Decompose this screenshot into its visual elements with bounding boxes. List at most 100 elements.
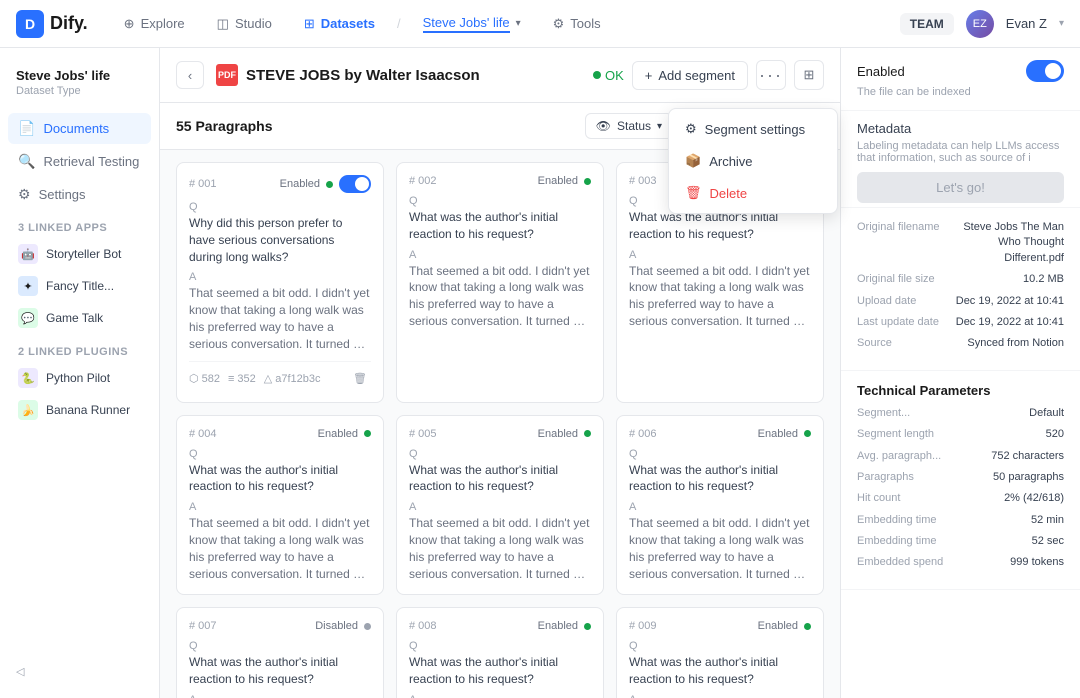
nav-datasets[interactable]: ⊞ Datasets bbox=[292, 10, 387, 38]
add-segment-button[interactable]: + Add segment bbox=[632, 61, 748, 90]
para-answer: That seemed a bit odd. I didn't yet know… bbox=[629, 263, 811, 330]
original-filename-value: Steve Jobs The Man Who Thought Different… bbox=[947, 220, 1064, 266]
linked-app-storyteller[interactable]: 🤖 Storyteller Bot bbox=[8, 238, 151, 270]
filesize-value: 10.2 MB bbox=[947, 272, 1064, 287]
chevron-down-icon[interactable]: ▾ bbox=[1059, 18, 1064, 29]
status-dot bbox=[804, 430, 811, 437]
sidebar-app-header: Steve Jobs' life Dataset Type bbox=[8, 60, 151, 105]
sidebar-item-settings[interactable]: ⚙ Settings bbox=[8, 179, 151, 210]
status-label: Enabled bbox=[318, 428, 358, 440]
para-status: Disabled bbox=[315, 620, 371, 632]
token-count: ⬡ 582 bbox=[189, 372, 220, 385]
para-status: Enabled bbox=[538, 620, 591, 632]
para-answer: That seemed a bit odd. I didn't yet know… bbox=[629, 515, 811, 582]
sidebar-item-retrieval[interactable]: 🔍 Retrieval Testing bbox=[8, 146, 151, 177]
logo[interactable]: D Dify. bbox=[16, 10, 88, 38]
documents-icon: 📄 bbox=[18, 120, 35, 137]
collapse-icon: ◁ bbox=[16, 665, 24, 678]
metadata-label: Metadata bbox=[857, 121, 1064, 136]
para-question: What was the author's initial reaction t… bbox=[629, 654, 811, 688]
embedding-time2-label: Embedding time bbox=[857, 534, 947, 549]
expand-button[interactable]: ⊞ bbox=[794, 60, 824, 90]
para-question: What was the author's initial reaction t… bbox=[189, 654, 371, 688]
segment-length-label: Segment length bbox=[857, 427, 947, 442]
status-label: Disabled bbox=[315, 620, 358, 632]
embedding-time2-value: 52 sec bbox=[947, 534, 1064, 549]
back-icon: ‹ bbox=[188, 68, 192, 83]
sidebar: Steve Jobs' life Dataset Type 📄 Document… bbox=[0, 48, 160, 698]
para-q-label: Q bbox=[629, 640, 811, 652]
pdf-icon: PDF bbox=[216, 64, 238, 86]
paragraph-card: # 002 Enabled Q What was the author's in… bbox=[396, 162, 604, 403]
para-toggle[interactable] bbox=[339, 175, 371, 193]
content-header: ‹ PDF STEVE JOBS by Walter Isaacson OK +… bbox=[160, 48, 840, 103]
linked-plugin-pythonpilot[interactable]: 🐍 Python Pilot bbox=[8, 362, 151, 394]
para-card-header: # 006 Enabled bbox=[629, 428, 811, 440]
enabled-label: Enabled bbox=[857, 64, 905, 79]
linked-plugin-bananarunner[interactable]: 🍌 Banana Runner bbox=[8, 394, 151, 426]
filesize-label: Original file size bbox=[857, 272, 947, 287]
storyteller-icon: 🤖 bbox=[18, 244, 38, 264]
team-badge[interactable]: TEAM bbox=[900, 13, 954, 35]
hit-count-value: 2% (42/618) bbox=[947, 491, 1064, 506]
source-label: Source bbox=[857, 336, 947, 351]
nav-breadcrumb[interactable]: Steve Jobs' life ▾ bbox=[411, 9, 533, 39]
para-question: What was the author's initial reaction t… bbox=[629, 462, 811, 496]
filter-icon: 👁 bbox=[596, 119, 611, 133]
enabled-sub: The file can be indexed bbox=[857, 86, 1064, 98]
a-letter: A bbox=[409, 501, 416, 513]
para-question: What was the author's initial reaction t… bbox=[629, 209, 811, 243]
token-icon: ⬡ bbox=[189, 372, 199, 385]
back-button[interactable]: ‹ bbox=[176, 61, 204, 89]
nav-explore[interactable]: ⊕ Explore bbox=[112, 10, 197, 38]
para-answer: That seemed a bit odd. I didn't yet know… bbox=[409, 263, 591, 330]
para-number: # 009 bbox=[629, 620, 657, 632]
source-row: Source Synced from Notion bbox=[857, 336, 1064, 351]
delete-button[interactable]: 🗑 bbox=[349, 368, 371, 390]
compass-icon: ⊕ bbox=[124, 16, 135, 32]
para-card-header: # 005 Enabled bbox=[409, 428, 591, 440]
more-options-button[interactable]: ··· bbox=[756, 60, 786, 90]
lets-go-button[interactable]: Let's go! bbox=[857, 172, 1064, 203]
q-letter: Q bbox=[629, 448, 638, 460]
sidebar-collapse-btn[interactable]: ◁ bbox=[8, 657, 151, 686]
expand-icon: ⊞ bbox=[804, 67, 815, 83]
linked-app-fancytitle[interactable]: ✦ Fancy Title... bbox=[8, 270, 151, 302]
nav-studio[interactable]: ◫ Studio bbox=[205, 10, 284, 38]
hash-value: △ a7f12b3c bbox=[264, 372, 321, 385]
para-a-label: A bbox=[409, 249, 591, 261]
para-number: # 002 bbox=[409, 175, 437, 187]
paragraph-card: # 009 Enabled Q What was the author's in… bbox=[616, 607, 824, 698]
embedded-spend-label: Embedded spend bbox=[857, 555, 947, 570]
q-letter: Q bbox=[409, 640, 418, 652]
source-value: Synced from Notion bbox=[947, 336, 1064, 351]
status-label: Enabled bbox=[538, 620, 578, 632]
para-q-label: Q bbox=[189, 201, 371, 213]
tools-icon: ⚙ bbox=[553, 16, 565, 32]
a-letter: A bbox=[629, 501, 636, 513]
fancytitle-icon: ✦ bbox=[18, 276, 38, 296]
metadata-sub: Labeling metadata can help LLMs access t… bbox=[857, 140, 1064, 164]
para-q-label: Q bbox=[409, 448, 591, 460]
para-a-label: A bbox=[189, 501, 371, 513]
enabled-toggle[interactable] bbox=[1026, 60, 1064, 82]
avg-para-value: 752 characters bbox=[947, 449, 1064, 464]
para-number: # 007 bbox=[189, 620, 217, 632]
original-filename-row: Original filename Steve Jobs The Man Who… bbox=[857, 220, 1064, 266]
para-card-header: # 008 Enabled bbox=[409, 620, 591, 632]
paragraph-card: # 007 Disabled Q What was the author's i… bbox=[176, 607, 384, 698]
logo-icon: D bbox=[16, 10, 44, 38]
status-filter-button[interactable]: 👁 Status ▾ bbox=[585, 113, 673, 139]
hash-icon: △ bbox=[264, 372, 272, 385]
gametalk-icon: 💬 bbox=[18, 308, 38, 328]
status-label: Enabled bbox=[758, 428, 798, 440]
user-name[interactable]: Evan Z bbox=[1006, 16, 1047, 31]
sidebar-item-documents[interactable]: 📄 Documents bbox=[8, 113, 151, 144]
studio-icon: ◫ bbox=[217, 16, 229, 32]
para-card-header: # 009 Enabled bbox=[629, 620, 811, 632]
right-panel: Enabled The file can be indexed ⚙ Segmen… bbox=[840, 48, 1080, 698]
nav-tools[interactable]: ⚙ Tools bbox=[541, 10, 613, 38]
para-q-label: Q bbox=[629, 448, 811, 460]
linked-app-gametalk[interactable]: 💬 Game Talk bbox=[8, 302, 151, 334]
para-number: # 005 bbox=[409, 428, 437, 440]
